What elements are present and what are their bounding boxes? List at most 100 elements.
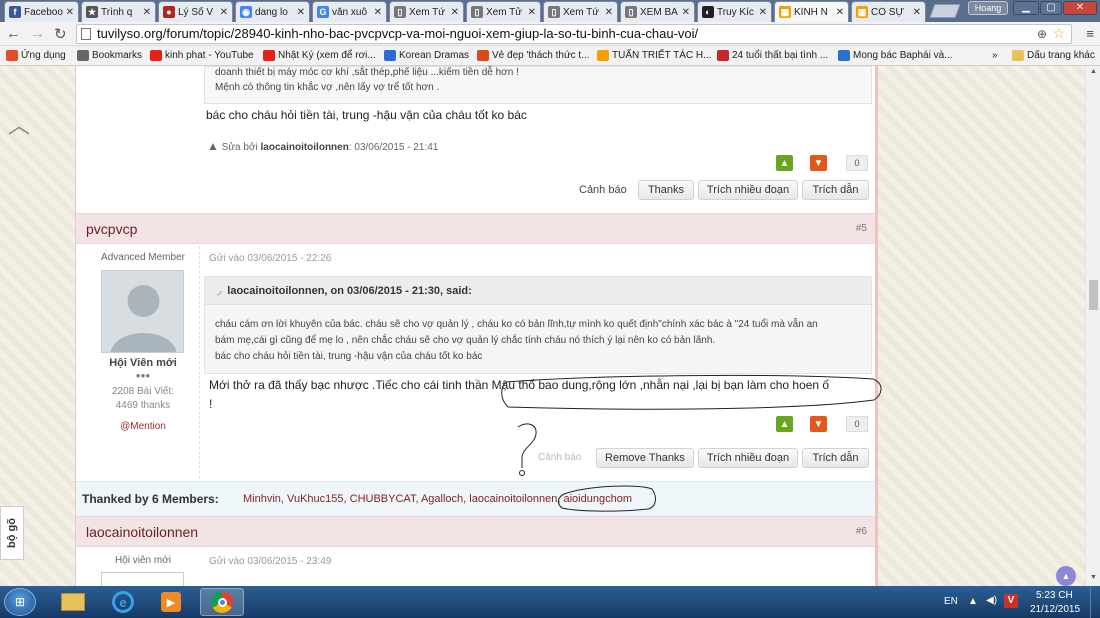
quote-line: doanh thiết bị máy móc cơ khí ,sắt thép,… [215, 67, 519, 78]
quote-button[interactable]: Trích dẫn [802, 448, 869, 468]
member-link[interactable]: Agalloch [421, 493, 463, 505]
youtube-icon [263, 50, 275, 61]
browser-tab[interactable]: ▯ Xem Tứ ✕ [543, 1, 618, 22]
close-tab-icon[interactable]: ✕ [913, 7, 921, 18]
close-tab-icon[interactable]: ✕ [605, 7, 613, 18]
browser-tab[interactable]: ◐ Truy Kíc ✕ [697, 1, 772, 22]
author-rank: Hội viên mới [114, 555, 171, 566]
scrollbar-thumb[interactable] [1089, 280, 1098, 310]
post-number[interactable]: #6 [856, 526, 867, 537]
close-tab-icon[interactable]: ✕ [682, 7, 690, 18]
member-link[interactable]: VuKhuc155 [287, 493, 343, 505]
reload-icon[interactable]: ↻ [54, 25, 67, 43]
url-input[interactable]: tuvilyso.org/forum/topic/28940-kinh-nho-… [76, 24, 1072, 44]
floating-scroll-button[interactable]: ▲ [1056, 566, 1076, 586]
profile-button[interactable]: Hoang [968, 1, 1008, 15]
forward-icon[interactable]: → [30, 25, 45, 42]
bookmark-item[interactable]: kinh phat - YouTube [150, 50, 254, 61]
member-link[interactable]: laocainoitoilonnen [469, 493, 557, 505]
close-tab-icon[interactable]: ✕ [143, 7, 151, 18]
report-link[interactable]: Cảnh báo [538, 452, 581, 463]
member-link[interactable]: CHUBBYCAT [350, 493, 416, 505]
close-tab-icon[interactable]: ✕ [220, 7, 228, 18]
forum-thread: doanh thiết bị máy móc cơ khí ,sắt thép,… [75, 66, 878, 586]
clock-date[interactable]: 21/12/2015 [1030, 604, 1080, 615]
browser-tab[interactable]: ◉ dang lo ✕ [235, 1, 310, 22]
thanks-button[interactable]: Thanks [638, 180, 694, 200]
bookmark-item[interactable]: TUẤN TRIẾT TÁC H... [597, 50, 711, 61]
quote-button[interactable]: Trích dẫn [802, 180, 869, 200]
start-button[interactable]: ⊞ [4, 588, 36, 616]
chrome-icon[interactable] [200, 588, 244, 616]
bookmark-item[interactable]: Nhật Ký (xem để rơi... [263, 50, 376, 61]
multiquote-button[interactable]: Trích nhiều đoạn [698, 180, 798, 200]
bookmark-item[interactable]: Mong bác Baphái và... [838, 50, 953, 61]
post-author[interactable]: laocainoitoilonnen [86, 524, 198, 540]
close-tab-icon[interactable]: ✕ [66, 7, 74, 18]
apps-icon [6, 50, 18, 61]
close-tab-icon[interactable]: ✕ [451, 7, 459, 18]
multiquote-button[interactable]: Trích nhiều đoạn [698, 448, 798, 468]
close-tab-icon[interactable]: ✕ [528, 7, 536, 18]
back-icon[interactable]: ← [6, 25, 21, 42]
browser-tab[interactable]: ★ Trình q ✕ [81, 1, 156, 22]
reputation-score: 0 [846, 416, 868, 432]
new-tab-button[interactable] [929, 4, 961, 18]
show-hidden-icons-icon[interactable]: ▲ [968, 596, 978, 607]
internet-explorer-icon[interactable]: e [104, 588, 142, 616]
language-indicator[interactable]: EN [944, 596, 958, 607]
bookmark-item[interactable]: Korean Dramas [384, 50, 469, 61]
remove-thanks-button[interactable]: Remove Thanks [596, 448, 694, 468]
post-author[interactable]: pvcpvcp [86, 221, 137, 237]
avatar[interactable] [101, 572, 184, 586]
media-player-icon[interactable]: ▶ [152, 588, 190, 616]
browser-tab[interactable]: ▦ KÍNH N ✕ [774, 1, 849, 22]
browser-tab[interactable]: ▯ XEM BÁ ✕ [620, 1, 695, 22]
browser-tab[interactable]: ▯ Xem Tứ ✕ [389, 1, 464, 22]
member-link[interactable]: aioidungchom [564, 493, 633, 505]
browser-tab[interactable]: ● Lý Số V ✕ [158, 1, 233, 22]
show-desktop-button[interactable] [1090, 586, 1100, 618]
other-bookmarks-button[interactable]: Dấu trang khác [1012, 50, 1095, 61]
scroll-down-arrow-icon[interactable]: ▼ [1090, 574, 1097, 581]
antivirus-tray-icon[interactable]: V [1004, 594, 1018, 608]
post-number[interactable]: #5 [856, 223, 867, 234]
menu-icon[interactable]: ≡ [1086, 26, 1094, 41]
browser-tab[interactable]: ▦ CÓ SỰ ✕ [851, 1, 926, 22]
member-link[interactable]: Minhvin [243, 493, 281, 505]
file-explorer-icon[interactable] [54, 588, 92, 616]
zoom-icon[interactable]: ⊕ [1037, 25, 1047, 43]
bookmark-item[interactable]: Vẻ đẹp 'thách thức t... [477, 50, 590, 61]
maximize-button[interactable]: ▢ [1040, 1, 1062, 15]
bookmarks-overflow-button[interactable]: » [992, 50, 998, 61]
tab-title: Xem Tử [486, 6, 522, 18]
vote-up-icon[interactable]: ▲ [776, 155, 793, 171]
browser-tab[interactable]: f Faceboo ✕ [4, 1, 79, 22]
browser-tab[interactable]: Gvăn xuô ✕ [312, 1, 387, 22]
tab-title: Trình q [101, 6, 133, 18]
avatar[interactable] [101, 270, 184, 353]
volume-icon[interactable]: ◀) [986, 595, 997, 606]
bookmark-star-icon[interactable]: ☆ [1052, 24, 1065, 42]
vertical-scrollbar[interactable]: ▲ ▼ [1085, 66, 1100, 586]
bookmark-item[interactable]: Ứng dụng [6, 50, 66, 61]
close-tab-icon[interactable]: ✕ [297, 7, 305, 18]
vote-up-icon[interactable]: ▲ [776, 416, 793, 432]
scroll-to-top-icon[interactable]: ︿ [8, 108, 30, 140]
close-tab-icon[interactable]: ✕ [836, 7, 844, 18]
close-window-button[interactable]: ✕ [1063, 1, 1097, 15]
bookmarks-bar: Ứng dụng Bookmarks kinh phat - YouTube Nhật… [0, 46, 1100, 66]
minimize-button[interactable]: ▁ [1013, 1, 1039, 15]
vote-down-icon[interactable]: ▼ [810, 155, 827, 171]
vote-down-icon[interactable]: ▼ [810, 416, 827, 432]
scroll-up-arrow-icon[interactable]: ▲ [1090, 68, 1097, 75]
bookmark-item[interactable]: Bookmarks [77, 50, 142, 61]
close-tab-icon[interactable]: ✕ [759, 7, 767, 18]
mention-link[interactable]: @Mention [98, 421, 188, 432]
clock-time[interactable]: 5:23 CH [1036, 590, 1073, 601]
input-method-widget[interactable]: bộ gõ [0, 506, 24, 560]
browser-tab[interactable]: ▯ Xem Tử ✕ [466, 1, 541, 22]
bookmark-item[interactable]: 24 tuổi thất bại tình ... [717, 50, 828, 61]
report-link[interactable]: Cảnh báo [579, 184, 627, 196]
close-tab-icon[interactable]: ✕ [374, 7, 382, 18]
